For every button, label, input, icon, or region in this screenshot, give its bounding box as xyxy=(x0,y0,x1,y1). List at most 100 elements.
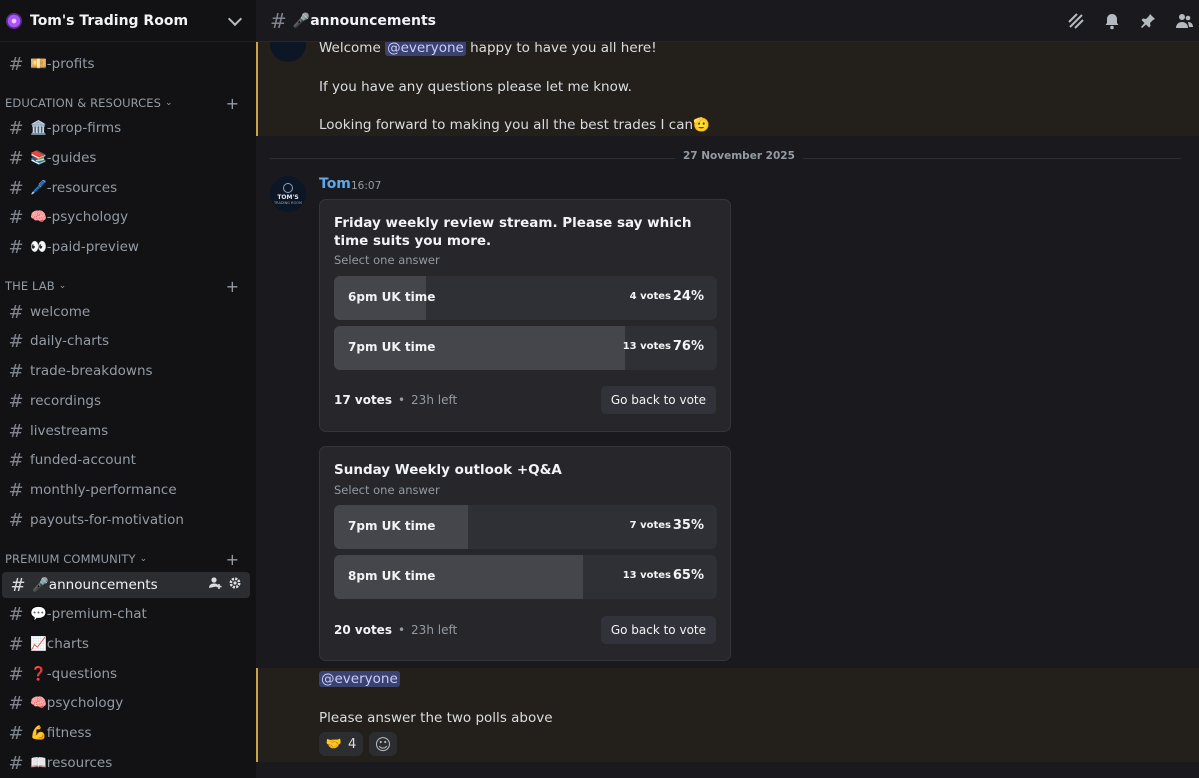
server-header[interactable]: Tom's Trading Room xyxy=(0,0,256,42)
channel-label: 📈charts xyxy=(30,636,89,652)
avatar[interactable]: TOM'S TRADING ROOM xyxy=(270,176,306,212)
author-name[interactable]: Tom xyxy=(319,176,351,192)
channel-guides[interactable]: # 📚-guides xyxy=(0,145,248,171)
poll-time-left: 23h left xyxy=(411,393,458,407)
channel-label: welcome xyxy=(30,304,91,320)
channel-paid-preview[interactable]: # 👀-paid-preview xyxy=(0,234,248,260)
hashtag-icon: # xyxy=(8,206,24,228)
poll-footer: 20 votes • 23h left xyxy=(334,623,457,637)
thread-hashtag-icon: # xyxy=(8,479,24,501)
go-back-to-vote-button[interactable]: Go back to vote xyxy=(600,386,716,414)
handshake-emoji: 🤝 xyxy=(325,736,342,752)
server-name: Tom's Trading Room xyxy=(30,12,189,29)
channel-premium-chat[interactable]: # 💬-premium-chat xyxy=(0,601,248,627)
thread-hashtag-icon: # xyxy=(8,449,24,471)
hashtag-icon: # xyxy=(8,117,24,139)
channel-payouts-for-motivation[interactable]: # payouts-for-motivation xyxy=(0,507,248,533)
thread-hashtag-icon: # xyxy=(8,633,24,655)
channel-resources[interactable]: # 🖊️-resources xyxy=(0,175,248,201)
chevron-down-icon[interactable] xyxy=(227,11,243,26)
channel-questions[interactable]: # ❓-questions xyxy=(0,661,248,687)
reaction-handshake[interactable]: 🤝 4 xyxy=(319,732,363,756)
poll-card: Sunday Weekly outlook +Q&A Select one an… xyxy=(319,446,731,661)
channel-label: 💬-premium-chat xyxy=(30,606,147,622)
poll-answer[interactable]: 8pm UK time 13 votes 65% xyxy=(334,555,717,599)
channel-label: trade-breakdowns xyxy=(30,363,153,379)
channel-charts[interactable]: # 📈charts xyxy=(0,631,248,657)
add-channel-icon[interactable]: + xyxy=(226,550,239,569)
separator-dot: • xyxy=(397,393,406,407)
channel-label: livestreams xyxy=(30,423,109,439)
poll-answer[interactable]: 7pm UK time 7 votes 35% xyxy=(334,505,717,549)
channel-label: monthly-performance xyxy=(30,482,177,498)
channel-label: 🎤announcements xyxy=(32,577,158,593)
poll-answer-votes: 13 votes xyxy=(622,570,671,581)
channel-label: 🖊️-resources xyxy=(30,180,118,196)
channel-announcements[interactable]: # 🎤announcements xyxy=(2,572,250,598)
poll-answer[interactable]: 7pm UK time 13 votes 76% xyxy=(334,326,717,370)
channel-label: 🏛️-prop-firms xyxy=(30,120,122,136)
poll-total-votes: 17 votes xyxy=(334,393,392,407)
add-reaction-icon[interactable]: ☺ xyxy=(369,732,397,756)
poll-answer-votes: 4 votes xyxy=(629,291,671,302)
add-channel-icon[interactable]: + xyxy=(226,94,239,113)
thread-hashtag-icon: # xyxy=(8,509,24,531)
channel-recordings[interactable]: # recordings xyxy=(0,388,248,414)
poll-answer-votes: 13 votes xyxy=(622,341,671,352)
mention-everyone[interactable]: @everyone xyxy=(319,671,400,687)
channel-livestreams[interactable]: # livestreams xyxy=(0,418,248,444)
date-divider: 27 November 2025 xyxy=(675,150,803,162)
chevron-down-icon: ⌄ xyxy=(58,281,67,291)
thread-hashtag-icon: # xyxy=(8,722,24,744)
poll-answer-label: 8pm UK time xyxy=(348,569,436,583)
channel-profits[interactable]: # 💴-profits xyxy=(0,51,248,77)
channel-fitness[interactable]: # 💪fitness xyxy=(0,720,248,746)
channel-daily-charts[interactable]: # daily-charts xyxy=(0,328,248,354)
bell-icon[interactable] xyxy=(1101,10,1123,32)
pin-icon[interactable] xyxy=(1137,10,1159,32)
channel-label: payouts-for-motivation xyxy=(30,512,184,528)
channel-prop-firms[interactable]: # 🏛️-prop-firms xyxy=(0,115,248,141)
chevron-down-icon: ⌄ xyxy=(139,554,148,564)
poll-answer-votes: 7 votes xyxy=(629,520,671,531)
poll-question: Friday weekly review stream. Please say … xyxy=(334,215,692,249)
message-questions: If you have any questions please let me … xyxy=(319,79,632,95)
channel-resources-premium[interactable]: # 📖resources xyxy=(0,750,248,776)
category-premium-community[interactable]: PREMIUM COMMUNITY ⌄ + xyxy=(5,550,245,569)
avatar-subtext: TRADING ROOM xyxy=(274,201,302,205)
thread-hashtag-icon: # xyxy=(8,752,24,774)
go-back-to-vote-button[interactable]: Go back to vote xyxy=(600,616,716,644)
gear-icon[interactable] xyxy=(228,576,242,594)
members-icon[interactable] xyxy=(1173,10,1195,32)
channel-sidebar: Tom's Trading Room # 💴-profits EDUCATION… xyxy=(0,0,256,778)
poll-answer-label: 7pm UK time xyxy=(348,519,436,533)
channel-welcome[interactable]: # welcome xyxy=(0,299,248,325)
category-the-lab[interactable]: THE LAB ⌄ + xyxy=(5,277,245,296)
message-text: Welcome xyxy=(319,42,381,56)
channel-trade-breakdowns[interactable]: # trade-breakdowns xyxy=(0,358,248,384)
salute-emoji: 🫡 xyxy=(693,117,710,133)
channel-label: daily-charts xyxy=(30,333,110,349)
poll-answer-label: 7pm UK time xyxy=(348,340,436,354)
add-member-icon[interactable] xyxy=(208,576,222,594)
thread-hashtag-icon: # xyxy=(8,663,24,685)
poll-answer-percent: 65% xyxy=(672,568,704,583)
channel-label: ❓-questions xyxy=(30,666,118,682)
channel-psychology[interactable]: # 🧠-psychology xyxy=(0,204,248,230)
message-forward: Looking forward to making you all the be… xyxy=(319,117,710,133)
message-timestamp: 16:07 xyxy=(351,180,382,192)
thread-hashtag-icon: # xyxy=(10,574,26,596)
channel-psychology-premium[interactable]: # 🧠psychology xyxy=(0,690,248,716)
message-final: Please answer the two polls above xyxy=(319,710,553,726)
mention-everyone[interactable]: @everyone xyxy=(385,42,466,56)
thread-hashtag-icon: # xyxy=(8,330,24,352)
channel-monthly-performance[interactable]: # monthly-performance xyxy=(0,477,248,503)
poll-answer-percent: 24% xyxy=(672,289,704,304)
add-channel-icon[interactable]: + xyxy=(226,277,239,296)
poll-answer[interactable]: 6pm UK time 4 votes 24% xyxy=(334,276,717,320)
channel-funded-account[interactable]: # funded-account xyxy=(0,447,248,473)
threads-icon[interactable] xyxy=(1065,10,1087,32)
category-education[interactable]: EDUCATION & RESOURCES ⌄ + xyxy=(5,94,245,113)
poll-total-votes: 20 votes xyxy=(334,623,392,637)
hashtag-icon: # xyxy=(8,236,24,258)
